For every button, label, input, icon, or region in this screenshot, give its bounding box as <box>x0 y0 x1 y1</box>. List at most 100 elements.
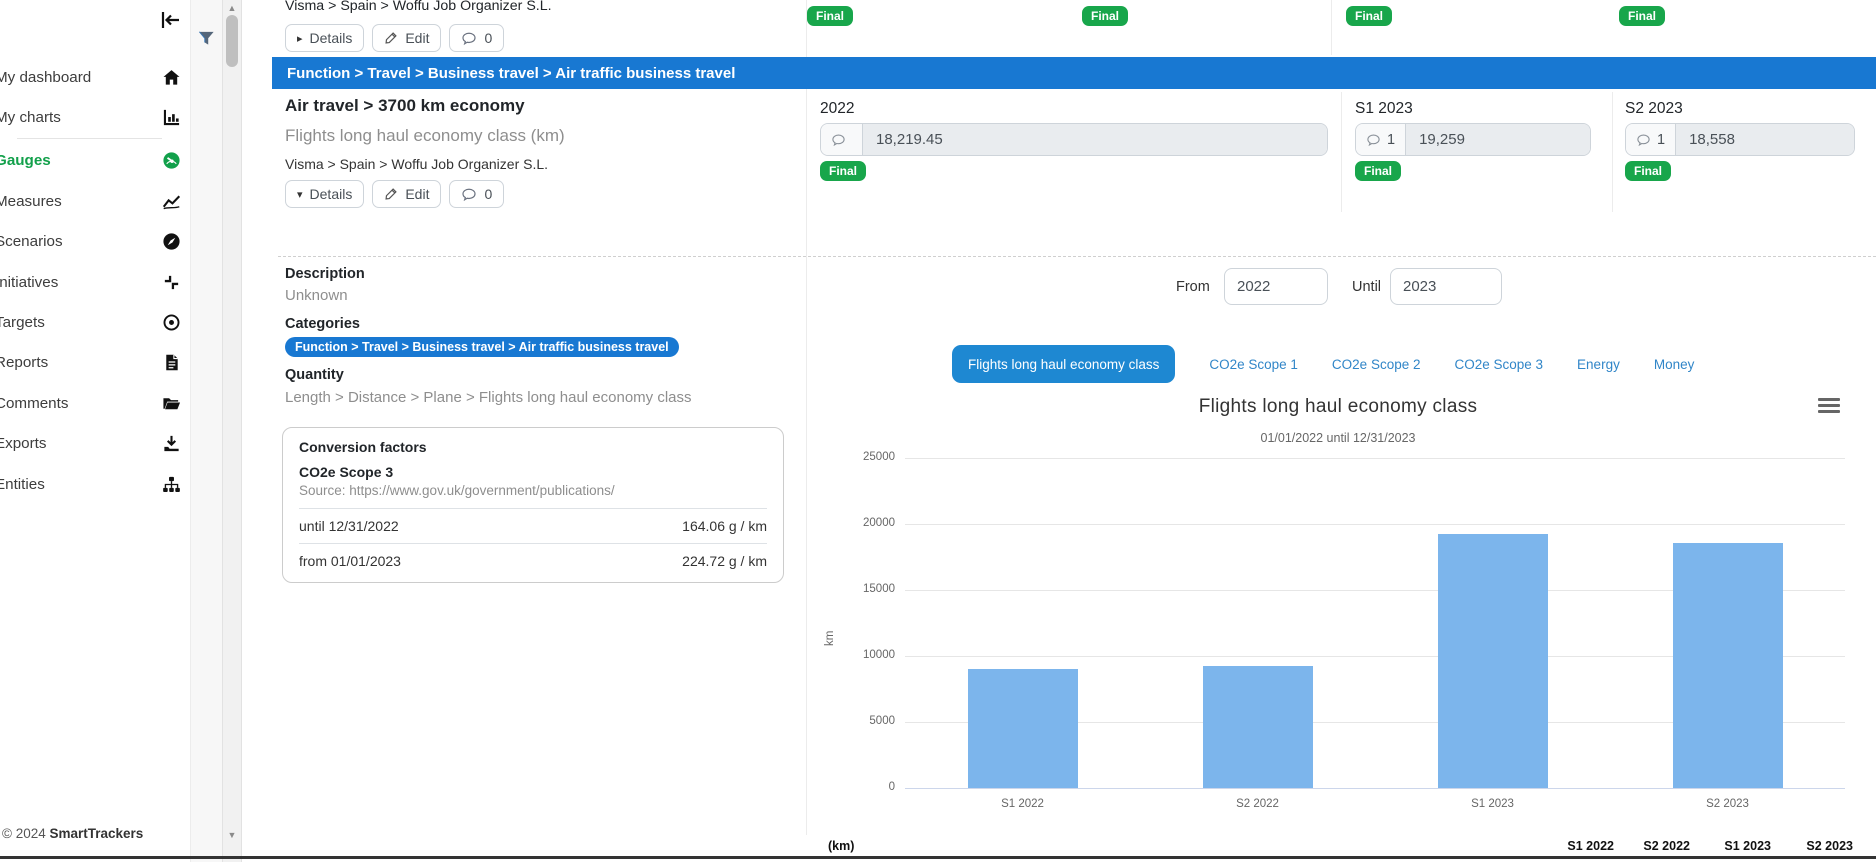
status-badge: Final <box>820 161 866 181</box>
gauge-subtitle: Flights long haul economy class (km) <box>285 126 565 146</box>
footer-col-header: S1 2022 <box>1556 839 1614 853</box>
tab-co2e-scope-2[interactable]: CO2e Scope 2 <box>1332 357 1421 372</box>
sidebar-item-initiatives[interactable]: Initiatives <box>0 262 190 302</box>
target-icon <box>158 313 184 332</box>
sidebar-item-my-charts[interactable]: My charts <box>0 97 190 137</box>
period-value[interactable]: 19,259 <box>1406 124 1590 155</box>
status-badge: Final <box>1082 6 1128 26</box>
tab-energy[interactable]: Energy <box>1577 357 1620 372</box>
from-label: From <box>1176 279 1210 295</box>
description-label: Description <box>285 266 365 282</box>
initiatives-icon <box>158 273 184 292</box>
sidebar-item-scenarios[interactable]: Scenarios <box>0 222 190 262</box>
quantity-value: Length > Distance > Plane > Flights long… <box>285 389 692 406</box>
edit-button[interactable]: Edit <box>372 180 441 208</box>
comment-icon <box>461 31 477 46</box>
from-year-input[interactable] <box>1224 268 1328 305</box>
gauge-entity-path: Visma > Spain > Woffu Job Organizer S.L. <box>285 156 548 172</box>
column-divider <box>1612 92 1613 212</box>
bar-s2-2023[interactable] <box>1673 543 1783 788</box>
tab-co2e-scope-3[interactable]: CO2e Scope 3 <box>1454 357 1543 372</box>
section-separator <box>278 256 1876 257</box>
x-axis-category-label: S2 2022 <box>1213 798 1303 810</box>
x-axis-category-label: S1 2022 <box>978 798 1068 810</box>
sidebar-item-targets[interactable]: Targets <box>0 302 190 342</box>
folder-icon <box>158 394 184 413</box>
tab-co2e-scope-1[interactable]: CO2e Scope 1 <box>1209 357 1298 372</box>
sidebar-item-label: Initiatives <box>0 274 158 291</box>
comment-icon <box>831 133 846 147</box>
comment-count-prefix[interactable]: 1 <box>1626 124 1676 155</box>
categories-label: Categories <box>285 316 360 332</box>
category-header-bar: Function > Travel > Business travel > Ai… <box>272 57 1876 89</box>
download-icon <box>158 434 184 453</box>
period-label-s2-2023: S2 2023 <box>1625 100 1683 118</box>
column-divider <box>1331 0 1332 55</box>
conversion-period: until 12/31/2022 <box>299 518 399 534</box>
value-input-s2-2023[interactable]: 1 18,558 <box>1625 123 1855 156</box>
value-input-2022[interactable]: 18,219.45 <box>820 123 1328 156</box>
sidebar-item-my-dashboard[interactable]: My dashboard <box>0 57 190 97</box>
caret-right-icon: ▸ <box>297 32 303 45</box>
status-badge: Final <box>1625 161 1671 181</box>
comment-count-prefix[interactable]: 1 <box>1356 124 1406 155</box>
scroll-up-icon[interactable]: ▲ <box>223 3 241 13</box>
sidebar-item-label: Scenarios <box>0 233 158 250</box>
y-axis-tick-label: 25000 <box>843 451 895 463</box>
sidebar-item-label: Targets <box>0 314 158 331</box>
series-tabs: Flights long haul economy class CO2e Sco… <box>952 345 1694 383</box>
gauge-title: Air travel > 3700 km economy <box>285 96 525 116</box>
filter-icon[interactable] <box>197 29 216 53</box>
sidebar-item-label: Measures <box>0 193 158 210</box>
copyright: © 2024 SmartTrackers <box>2 826 143 841</box>
y-axis-title: km <box>824 631 836 646</box>
details-button[interactable]: ▾ Details <box>285 180 364 208</box>
x-axis-category-label: S1 2023 <box>1448 798 1538 810</box>
tab-money[interactable]: Money <box>1654 357 1695 372</box>
y-axis-tick-label: 5000 <box>843 715 895 727</box>
footer-unit-label: (km) <box>828 839 854 853</box>
value-input-s1-2023[interactable]: 1 19,259 <box>1355 123 1591 156</box>
prev-comments-button[interactable]: 0 <box>449 24 504 52</box>
period-value[interactable]: 18,558 <box>1676 124 1854 155</box>
comment-icon <box>1636 133 1651 147</box>
bar-s2-2022[interactable] <box>1203 666 1313 788</box>
pencil-icon <box>384 31 398 45</box>
line-chart-icon <box>158 192 184 211</box>
sidebar-item-exports[interactable]: Exports <box>0 424 190 464</box>
scroll-down-icon[interactable]: ▼ <box>223 830 241 840</box>
conversion-factor: 164.06 g / km <box>682 518 767 534</box>
bar-s1-2022[interactable] <box>968 669 1078 788</box>
comment-count-prefix[interactable] <box>821 124 863 155</box>
period-value[interactable]: 18,219.45 <box>863 124 1327 155</box>
until-year-input[interactable] <box>1390 268 1502 305</box>
compass-icon <box>158 232 184 251</box>
sidebar-item-measures[interactable]: Measures <box>0 181 190 221</box>
x-axis-line <box>905 788 1845 789</box>
bar-chart-icon <box>158 108 184 127</box>
y-axis-tick-label: 10000 <box>843 649 895 661</box>
chart-menu-icon[interactable] <box>1818 398 1840 416</box>
bar-s1-2023[interactable] <box>1438 534 1548 788</box>
comments-button[interactable]: 0 <box>449 180 504 208</box>
sidebar-collapse-icon[interactable] <box>157 8 187 34</box>
conversion-factors-title: Conversion factors <box>299 439 767 455</box>
home-icon <box>158 68 184 87</box>
report-icon <box>158 353 184 372</box>
table-header-border <box>0 856 1876 859</box>
description-value: Unknown <box>285 287 348 304</box>
prev-edit-button[interactable]: Edit <box>372 24 441 52</box>
sidebar-item-gauges[interactable]: Gauges <box>0 141 190 181</box>
vertical-scrollbar[interactable]: ▲ ▼ <box>222 0 242 862</box>
prev-details-button[interactable]: ▸ Details <box>285 24 364 52</box>
status-badge: Final <box>807 6 853 26</box>
category-badge[interactable]: Function > Travel > Business travel > Ai… <box>285 337 679 357</box>
tab-flights-long-haul[interactable]: Flights long haul economy class <box>952 345 1175 383</box>
sidebar-item-label: My charts <box>0 109 158 126</box>
sidebar-item-entities[interactable]: Entities <box>0 464 190 504</box>
scrollbar-thumb[interactable] <box>226 15 238 67</box>
sidebar-item-reports[interactable]: Reports <box>0 343 190 383</box>
y-axis-tick-label: 0 <box>843 781 895 793</box>
filter-gutter <box>190 0 222 862</box>
sidebar-item-comments[interactable]: Comments <box>0 383 190 423</box>
